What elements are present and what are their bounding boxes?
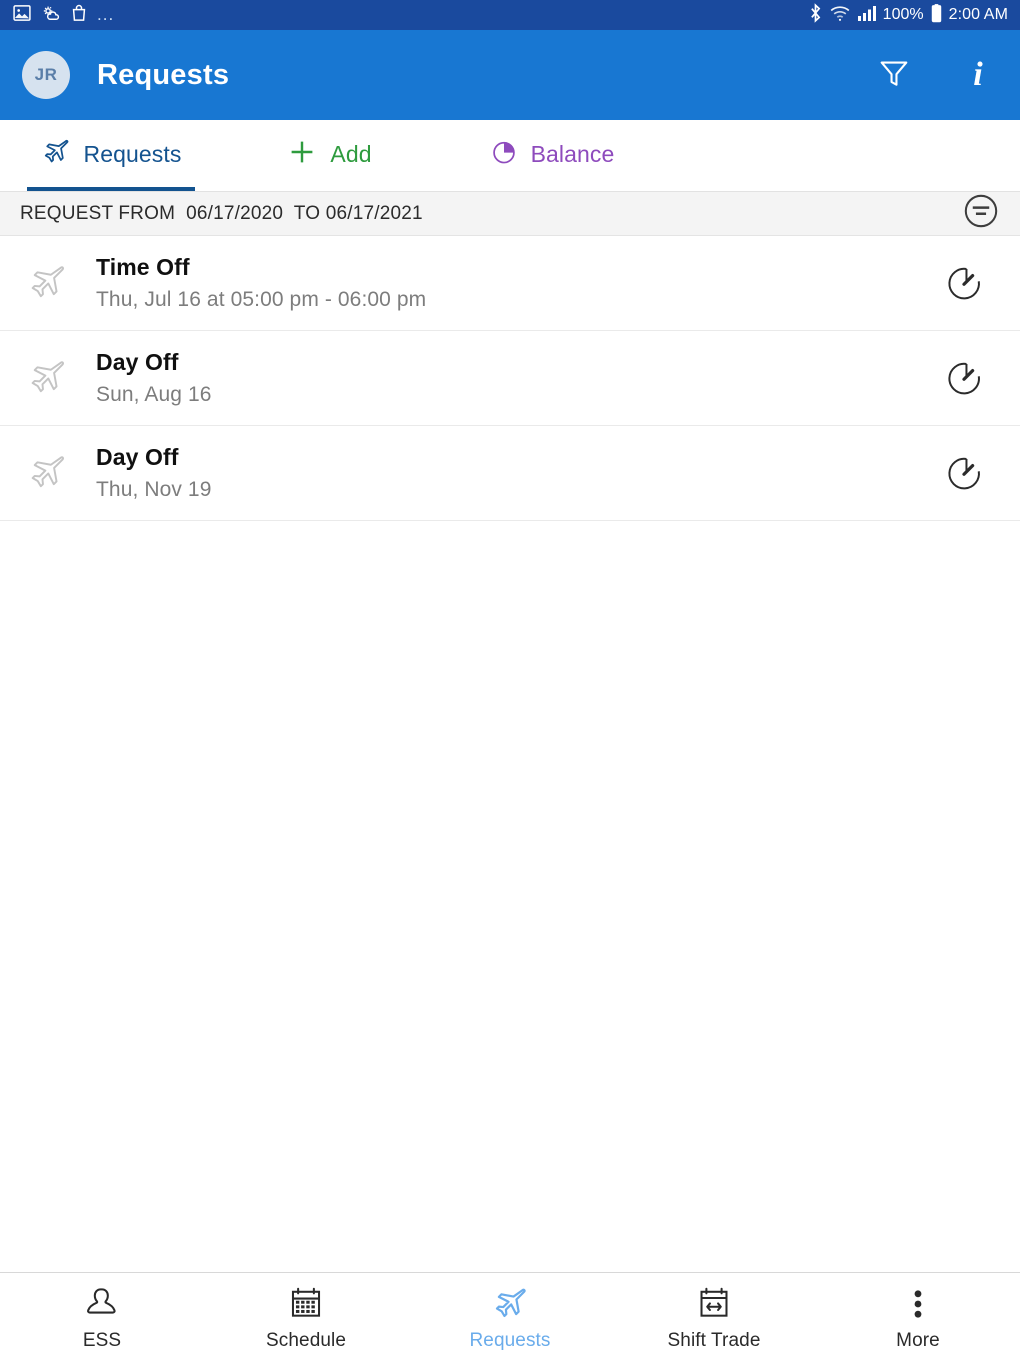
table-row[interactable]: Day Off Sun, Aug 16 [0,331,1020,426]
info-button[interactable]: i [958,53,998,97]
airplane-icon [18,452,76,494]
overflow-dots-icon: ... [97,9,114,21]
nav-item-schedule[interactable]: Schedule [204,1273,408,1360]
request-title: Day Off [96,349,934,376]
calendar-icon [288,1281,324,1323]
battery-icon [930,3,943,28]
sort-button[interactable] [960,193,1002,235]
status-badge [934,453,994,493]
request-title: Time Off [96,254,934,281]
app-header: JR Requests i [0,30,1020,120]
nav-item-requests[interactable]: Requests [408,1273,612,1360]
info-icon: i [973,56,982,94]
request-subtitle: Thu, Jul 16 at 05:00 pm - 06:00 pm [96,288,934,312]
tab-requests[interactable]: Requests [0,120,222,191]
tab-balance[interactable]: Balance [437,120,667,191]
battery-percent-label: 100% [883,6,924,24]
status-badge [934,263,994,303]
status-bar-right: 100% 2:00 AM [808,3,1008,28]
avatar-initials: JR [35,65,58,85]
more-dots-icon [903,1281,933,1323]
sort-filter-icon [962,192,1000,235]
requests-list: Time Off Thu, Jul 16 at 05:00 pm - 06:00… [0,236,1020,1272]
nav-label-schedule: Schedule [266,1330,346,1352]
tab-bar: Requests Add Balance [0,120,1020,192]
nav-item-shift-trade[interactable]: Shift Trade [612,1273,816,1360]
request-subtitle: Sun, Aug 16 [96,383,934,407]
status-bar: ... [0,0,1020,30]
person-icon [84,1281,120,1323]
shopping-bag-icon [70,3,88,28]
status-badge [934,358,994,398]
tab-label-requests: Requests [84,141,182,168]
filter-funnel-icon [878,57,910,94]
request-subtitle: Thu, Nov 19 [96,478,934,502]
header-actions: i [874,53,998,97]
bottom-navigation: ESS Schedule [0,1272,1020,1360]
airplane-icon [491,1281,529,1323]
weather-icon [41,3,61,28]
image-icon [12,3,32,28]
clock-label: 2:00 AM [949,6,1008,24]
page-title: Requests [97,59,229,92]
nav-item-more[interactable]: More [816,1273,1020,1360]
app-screen: ... [0,0,1020,1360]
row-body: Day Off Sun, Aug 16 [76,349,934,407]
request-title: Day Off [96,444,934,471]
airplane-icon [41,137,71,172]
table-row[interactable]: Time Off Thu, Jul 16 at 05:00 pm - 06:00… [0,236,1020,331]
plus-icon [287,137,317,172]
nav-label-more: More [896,1330,940,1352]
filter-bar: REQUEST FROM 06/17/2020 TO 06/17/2021 [0,192,1020,236]
bluetooth-icon [808,3,823,28]
filter-button[interactable] [874,53,914,97]
date-range-label: REQUEST FROM 06/17/2020 TO 06/17/2021 [20,203,423,225]
wifi-icon [829,4,851,27]
row-body: Time Off Thu, Jul 16 at 05:00 pm - 06:00… [76,254,934,312]
cell-signal-icon [857,4,877,27]
nav-label-requests: Requests [469,1330,550,1352]
pie-chart-icon [490,138,518,171]
status-bar-left: ... [12,3,114,28]
tab-add[interactable]: Add [222,120,437,191]
nav-item-ess[interactable]: ESS [0,1273,204,1360]
avatar[interactable]: JR [22,51,70,99]
airplane-icon [18,357,76,399]
table-row[interactable]: Day Off Thu, Nov 19 [0,426,1020,521]
tab-label-add: Add [330,141,371,168]
nav-label-shift-trade: Shift Trade [668,1330,761,1352]
row-body: Day Off Thu, Nov 19 [76,444,934,502]
tab-label-balance: Balance [531,141,615,168]
airplane-icon [18,262,76,304]
calendar-swap-icon [696,1281,732,1323]
nav-label-ess: ESS [83,1330,121,1352]
